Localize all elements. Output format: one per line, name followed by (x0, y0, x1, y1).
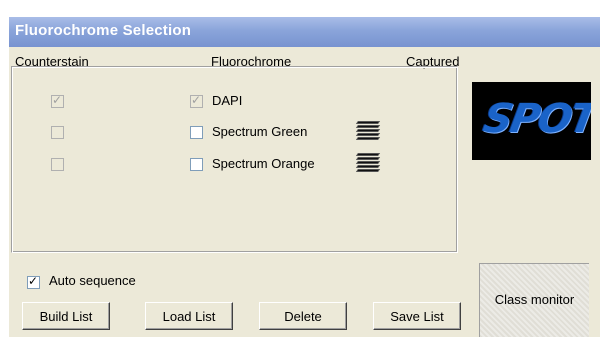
fluorochrome-label-spectrum-green[interactable]: Spectrum Green (212, 124, 307, 139)
fluorochrome-checkbox-spectrum-green[interactable] (190, 126, 203, 139)
counterstain-checkbox-dapi (51, 93, 64, 108)
load-list-button[interactable]: Load List (145, 302, 233, 330)
spot-logo-text: SPOT (479, 96, 591, 142)
image-stack-icon[interactable] (355, 121, 381, 141)
spot-logo: SPOT (472, 82, 591, 160)
counterstain-checkbox-spectrum-green (51, 126, 64, 139)
counterstain-checkbox-spectrum-orange (51, 158, 64, 171)
fluorochrome-label-dapi: DAPI (212, 93, 243, 108)
save-list-button[interactable]: Save List (373, 302, 461, 330)
image-stack-icon[interactable] (355, 153, 381, 173)
fluorochrome-checkbox-spectrum-orange[interactable] (190, 158, 203, 171)
build-list-button[interactable]: Build List (22, 302, 110, 330)
class-monitor-label: Class monitor (494, 292, 575, 307)
fluorochrome-checkbox-dapi (190, 93, 203, 108)
fluorochrome-label-spectrum-orange[interactable]: Spectrum Orange (212, 156, 315, 171)
auto-sequence-checkbox[interactable] (27, 274, 40, 289)
auto-sequence-label[interactable]: Auto sequence (49, 273, 136, 288)
delete-button[interactable]: Delete (259, 302, 347, 330)
class-monitor-button[interactable]: Class monitor (479, 263, 589, 337)
window-title: Fluorochrome Selection (15, 22, 192, 39)
title-bar[interactable]: Fluorochrome Selection (9, 17, 600, 47)
